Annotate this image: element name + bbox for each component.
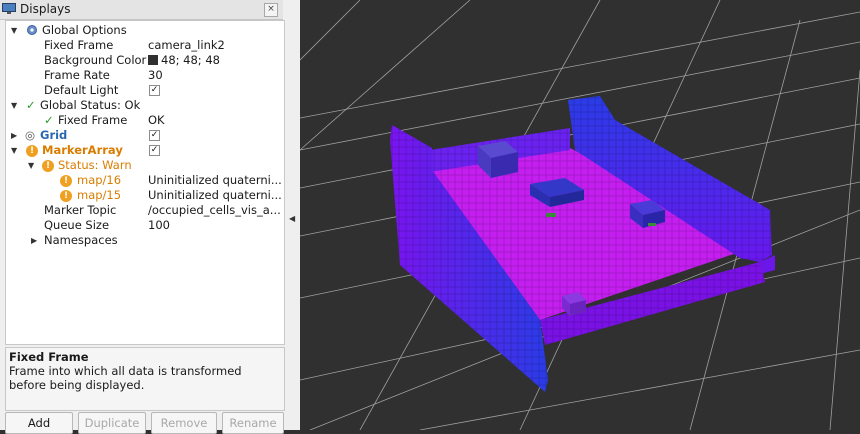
tree-label: Global Options	[42, 23, 127, 37]
eye-icon: ◎	[25, 128, 36, 142]
status-label: map/15	[77, 188, 122, 202]
property-label: Queue Size	[44, 218, 110, 232]
tree-item-marker-array[interactable]: ▼ ! MarkerArray ✓	[6, 143, 284, 158]
tree-label: Status: Warn	[58, 158, 132, 172]
displays-panel: Displays × ▼ Global Options Fixed Frame …	[0, 0, 285, 434]
status-map16[interactable]: ! map/16 Uninitialized quaterni...	[6, 173, 284, 188]
status-fixed-frame[interactable]: ✓ Fixed Frame OK	[6, 113, 284, 128]
tree-item-global-options[interactable]: ▼ Global Options	[6, 23, 284, 38]
tree-label: Grid	[40, 128, 68, 142]
tree-label: Global Status: Ok	[40, 98, 141, 112]
marker-array-enable-checkbox[interactable]: ✓	[149, 145, 160, 156]
tree-label: MarkerArray	[42, 143, 123, 157]
property-value[interactable]: 100	[148, 218, 282, 233]
property-value[interactable]: 48; 48; 48	[148, 53, 282, 68]
property-label: Frame Rate	[44, 68, 110, 82]
tree-item-namespaces[interactable]: ▶ Namespaces	[6, 233, 284, 248]
property-description: Fixed Frame Frame into which all data is…	[5, 347, 285, 411]
property-value[interactable]: 30	[148, 68, 282, 83]
panel-title: Displays	[20, 2, 71, 16]
tree-item-grid[interactable]: ▶ ◎ Grid ✓	[6, 128, 284, 143]
expand-arrow-icon[interactable]: ▶	[31, 233, 37, 248]
collapse-arrow-icon[interactable]: ▼	[11, 98, 17, 113]
gear-icon	[27, 25, 37, 35]
status-label: Fixed Frame	[58, 113, 128, 127]
grid-enable-checkbox[interactable]: ✓	[149, 130, 160, 141]
check-icon: ✓	[44, 113, 54, 127]
property-label: Default Light	[44, 83, 119, 97]
description-title: Fixed Frame	[9, 350, 89, 364]
duplicate-button[interactable]: Duplicate	[78, 412, 146, 434]
property-marker-topic[interactable]: Marker Topic /occupied_cells_vis_a...	[6, 203, 284, 218]
property-label: Background Color	[44, 53, 147, 67]
collapse-arrow-icon[interactable]: ▼	[11, 23, 17, 38]
add-button[interactable]: Add	[5, 412, 73, 434]
color-swatch	[148, 55, 158, 65]
property-value[interactable]: /occupied_cells_vis_a...	[148, 203, 282, 218]
color-value: 48; 48; 48	[161, 53, 220, 67]
render-view[interactable]	[299, 0, 860, 431]
tree-label: Namespaces	[44, 233, 118, 247]
collapse-arrow-icon[interactable]: ▼	[11, 143, 17, 158]
display-tree[interactable]: ▼ Global Options Fixed Frame camera_link…	[5, 20, 285, 345]
default-light-checkbox[interactable]: ✓	[149, 85, 160, 96]
warning-icon: !	[60, 188, 72, 203]
property-frame-rate[interactable]: Frame Rate 30	[6, 68, 284, 83]
property-value[interactable]: camera_link2	[148, 38, 282, 53]
property-default-light[interactable]: Default Light ✓	[6, 83, 284, 98]
panel-titlebar: Displays ×	[0, 0, 283, 20]
property-queue-size[interactable]: Queue Size 100	[6, 218, 284, 233]
tree-item-status-warn[interactable]: ▼ ! Status: Warn	[6, 158, 284, 173]
check-icon: ✓	[26, 98, 36, 112]
warning-icon: !	[26, 143, 38, 158]
status-value: Uninitialized quaterni...	[148, 173, 282, 187]
warning-icon: !	[60, 173, 72, 188]
warning-icon: !	[42, 158, 54, 173]
status-label: map/16	[77, 173, 122, 187]
status-value: Uninitialized quaterni...	[148, 188, 282, 202]
property-fixed-frame[interactable]: Fixed Frame camera_link2	[6, 38, 284, 53]
expand-arrow-icon[interactable]: ▶	[11, 128, 17, 143]
status-map15[interactable]: ! map/15 Uninitialized quaterni...	[6, 188, 284, 203]
panel-splitter[interactable]: ◀	[285, 0, 300, 430]
collapse-arrow-icon[interactable]: ▼	[28, 158, 34, 173]
monitor-icon	[2, 3, 16, 14]
scene-canvas[interactable]	[299, 0, 860, 431]
tree-item-global-status[interactable]: ▼ ✓ Global Status: Ok	[6, 98, 284, 113]
rename-button[interactable]: Rename	[222, 412, 284, 434]
collapse-panel-icon[interactable]: ◀	[289, 214, 295, 223]
close-icon[interactable]: ×	[264, 3, 278, 17]
property-label: Fixed Frame	[44, 38, 114, 52]
remove-button[interactable]: Remove	[151, 412, 217, 434]
property-background-color[interactable]: Background Color 48; 48; 48	[6, 53, 284, 68]
property-label: Marker Topic	[44, 203, 117, 217]
status-value: OK	[148, 113, 165, 127]
description-text: Frame into which all data is transformed…	[9, 364, 242, 392]
